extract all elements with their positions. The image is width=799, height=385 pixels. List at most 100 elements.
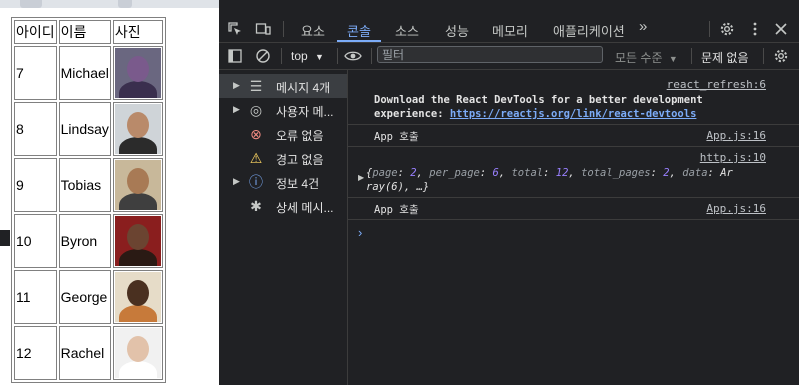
sidebar-item-label: 경고 없음	[276, 153, 324, 167]
clear-console-icon[interactable]	[253, 46, 273, 66]
table-row: 7 Michael	[14, 46, 163, 100]
cell-id: 9	[14, 158, 57, 212]
expand-arrow-icon[interactable]: ▶	[233, 104, 240, 115]
sidebar-item-user[interactable]: ▶ ◎ 사용자 메...	[219, 98, 347, 122]
tool-divider	[691, 48, 692, 64]
message-source-link[interactable]: App.js:16	[706, 129, 766, 142]
filter-input[interactable]: 필터	[377, 46, 603, 63]
sidebar-item-label: 사용자 메...	[276, 105, 334, 119]
cell-id: 11	[14, 270, 57, 324]
tool-divider	[337, 48, 338, 64]
avatar-body	[118, 81, 157, 98]
object-preview[interactable]: {page: 2, per_page: 6, total: 12, total_…	[366, 166, 776, 194]
context-selector[interactable]: top ▼	[291, 49, 324, 63]
table-row: 9 Tobias	[14, 158, 163, 212]
avatar-body	[118, 193, 157, 210]
chevron-down-icon: ▼	[315, 52, 324, 62]
active-tab-underline	[337, 40, 381, 42]
avatar-body	[118, 305, 157, 322]
message-source-link[interactable]: react_refresh:6	[667, 78, 766, 91]
sidebar-item-error[interactable]: ⊗ 오류 없음	[219, 122, 347, 146]
message-line: Download the React DevTools for a better…	[374, 94, 703, 106]
tool-divider	[763, 48, 764, 64]
close-icon[interactable]	[771, 19, 791, 39]
tab-console[interactable]: 콘솔	[347, 21, 371, 40]
console-message: react_refresh:6 Download the React DevTo…	[348, 70, 799, 125]
tab-performance[interactable]: 성능	[445, 21, 469, 40]
info-icon: ⓘ	[249, 174, 263, 190]
cell-photo	[112, 270, 163, 324]
tab-memory[interactable]: 메모리	[492, 21, 528, 40]
header-name: 이름	[58, 20, 111, 44]
inspect-element-icon[interactable]	[225, 19, 245, 39]
tool-divider	[371, 48, 372, 64]
cell-name: George	[58, 270, 111, 324]
cell-name: Rachel	[58, 326, 111, 380]
sidebar-item-label: 메시지 4개	[276, 81, 331, 95]
avatar-image	[114, 272, 161, 322]
tool-divider	[281, 48, 282, 64]
header-id: 아이디	[14, 20, 57, 44]
device-toolbar-icon[interactable]	[253, 19, 273, 39]
tab-application[interactable]: 애플리케이션	[553, 21, 625, 40]
live-expression-eye-icon[interactable]	[343, 46, 363, 66]
message-line: experience: https://reactjs.org/link/rea…	[374, 107, 703, 121]
browser-tab[interactable]	[118, 0, 132, 8]
console-toolbar: top ▼ 필터 모든 수준 ▼ 문제 없음	[219, 43, 799, 70]
sidebar-item-label: 상세 메시...	[276, 201, 334, 215]
console-settings-gear-icon[interactable]	[771, 46, 791, 66]
sidebar-toggle-icon[interactable]	[225, 46, 245, 66]
cell-photo	[112, 158, 163, 212]
table-header-row: 아이디 이름 사진	[14, 20, 163, 44]
message-source-link[interactable]: App.js:16	[706, 202, 766, 215]
issues-counter[interactable]: 문제 없음	[701, 49, 749, 66]
avatar-body	[118, 137, 157, 154]
cell-id: 8	[14, 102, 57, 156]
chevron-down-icon: ▼	[668, 54, 678, 64]
avatar-head	[126, 336, 149, 362]
message-text: App 호출	[374, 204, 419, 216]
more-tabs-button[interactable]: »	[639, 18, 647, 35]
tab-sources[interactable]: 소스	[395, 21, 419, 40]
console-sidebar: ▶ ☰ 메시지 4개 ▶ ◎ 사용자 메... ⊗ 오류 없음 ⚠ 경고 없음 ▶ ⓘ 정보 4건 ✱ 상세…	[219, 70, 348, 385]
cell-name: Michael	[58, 46, 111, 100]
more-options-icon[interactable]	[745, 19, 765, 39]
log-levels-selector[interactable]: 모든 수준 ▼	[615, 49, 678, 66]
cell-id: 10	[14, 214, 57, 268]
browser-left-strip	[0, 8, 10, 385]
browser-top-strip	[0, 0, 219, 8]
console-prompt[interactable]: ›	[358, 225, 362, 240]
expand-arrow-icon[interactable]: ▶	[233, 80, 240, 91]
devtools-link[interactable]: https://reactjs.org/link/react-devtools	[450, 108, 697, 120]
cell-photo	[112, 46, 163, 100]
avatar-head	[126, 56, 149, 82]
message-fragment: experience:	[374, 108, 450, 120]
avatar-image	[114, 328, 161, 378]
sidebar-item-list[interactable]: ▶ ☰ 메시지 4개	[219, 74, 347, 98]
tab-elements[interactable]: 요소	[301, 21, 325, 40]
expand-arrow-icon[interactable]: ▶	[233, 176, 240, 187]
console-message: http.js:10 ▶ {page: 2, per_page: 6, tota…	[348, 146, 799, 198]
settings-gear-icon[interactable]	[717, 19, 737, 39]
sidebar-item-bug[interactable]: ✱ 상세 메시...	[219, 194, 347, 218]
user-icon: ◎	[249, 101, 263, 118]
warning-icon: ⚠	[249, 149, 263, 166]
browser-tab[interactable]	[20, 0, 42, 8]
header-photo: 사진	[112, 20, 163, 44]
console-message: App 호출 App.js:16	[348, 197, 799, 220]
sidebar-item-info[interactable]: ▶ ⓘ 정보 4건	[219, 170, 347, 194]
cell-photo	[112, 326, 163, 380]
expand-triangle-icon[interactable]: ▶	[358, 173, 364, 182]
avatar-head	[126, 112, 149, 138]
message-text: App 호출	[374, 131, 419, 143]
cell-id: 12	[14, 326, 57, 380]
list-icon: ☰	[249, 77, 263, 94]
table-row: 12 Rachel	[14, 326, 163, 380]
message-source-link[interactable]: http.js:10	[700, 151, 766, 164]
devtools-panel: 요소 콘솔 소스 성능 메모리 애플리케이션 » top ▼ 필터 모든 수준 …	[219, 0, 799, 385]
tab-divider	[709, 21, 710, 37]
cell-photo	[112, 102, 163, 156]
sidebar-item-warning[interactable]: ⚠ 경고 없음	[219, 146, 347, 170]
cell-photo	[112, 214, 163, 268]
context-label: top	[291, 49, 308, 63]
